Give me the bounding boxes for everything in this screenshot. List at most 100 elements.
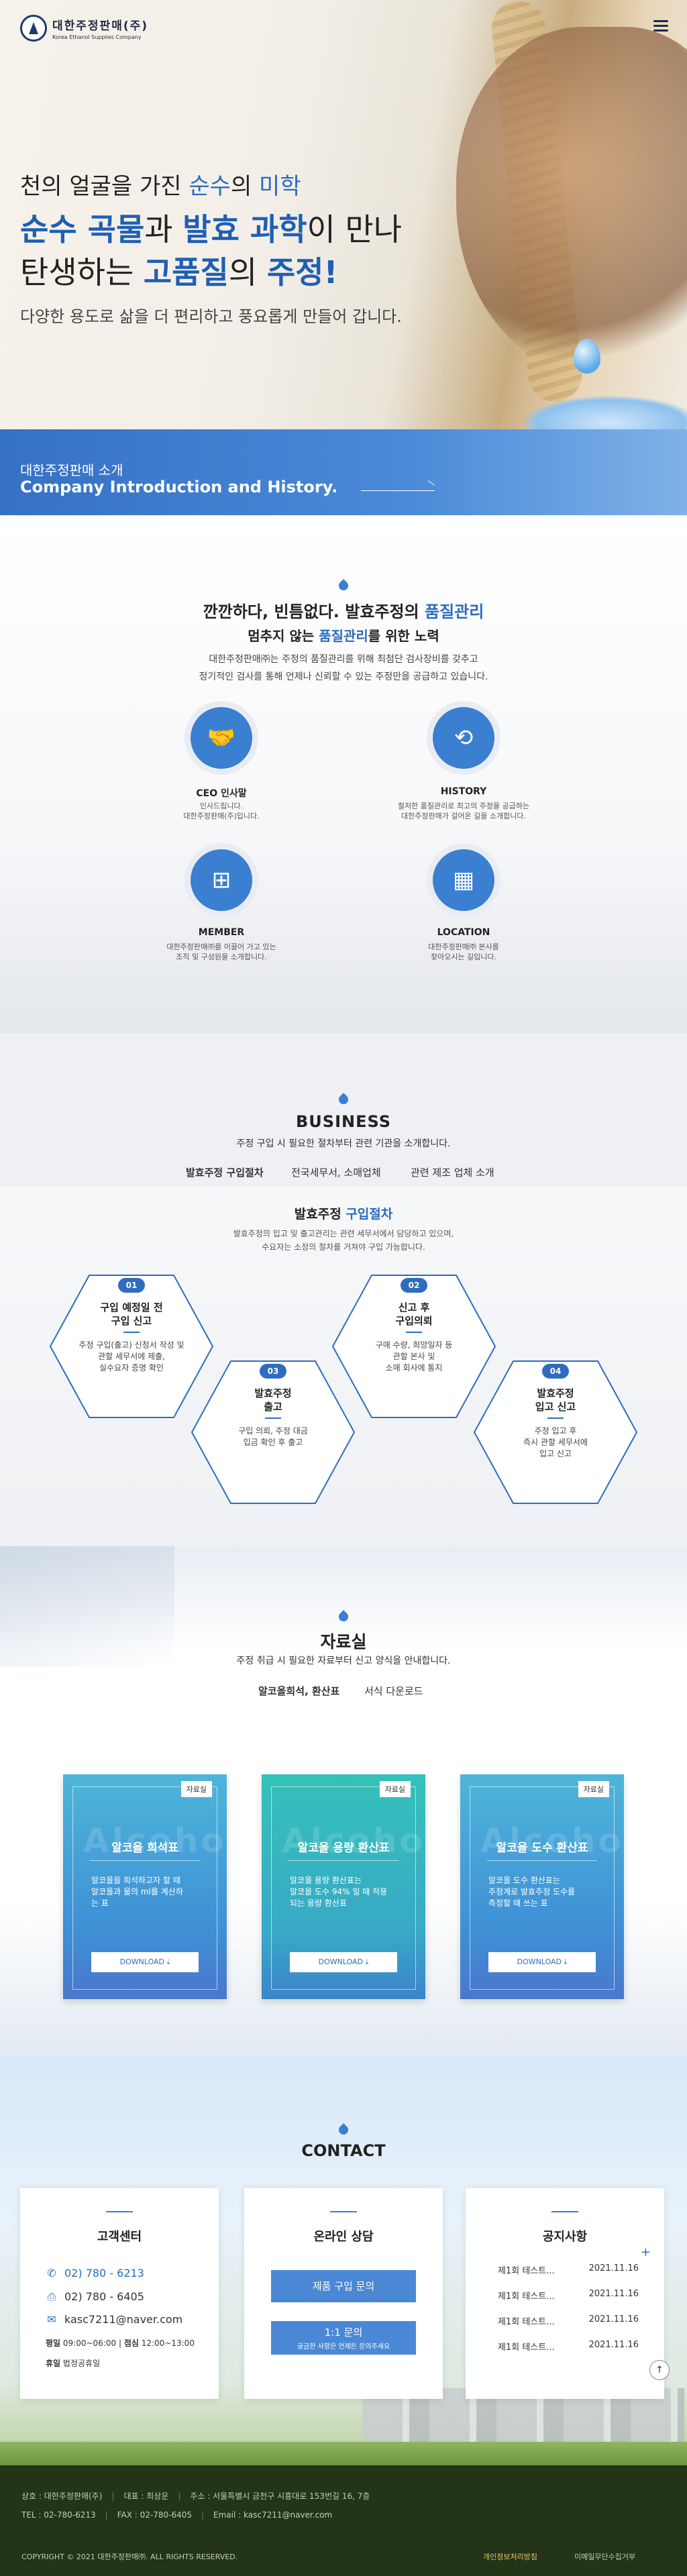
ceo-card-icon-wrap[interactable]: 🤝: [184, 701, 258, 775]
step-divider: [406, 1332, 422, 1333]
history-card-icon-wrap[interactable]: ⟲: [427, 701, 500, 775]
step-title: 구입 예정일 전 구입 신고: [100, 1301, 163, 1327]
privacy-policy-link[interactable]: 개인정보처리방침: [483, 2551, 537, 2562]
step-number: 01: [118, 1278, 145, 1293]
step-title: 신고 후 구입의뢰: [395, 1301, 433, 1327]
procedure-title: 발효주정 구입절차: [294, 1207, 393, 1222]
step-number: 03: [260, 1364, 286, 1379]
online-consult-title: 온라인 상담: [313, 2230, 374, 2244]
tab-form-download[interactable]: 서식 다운로드: [364, 1684, 423, 1698]
download-button[interactable]: DOWNLOAD ⤓: [488, 1952, 596, 1972]
location-card-title: LOCATION: [437, 927, 490, 938]
tab-purchase-procedure[interactable]: 발효주정 구입절차: [186, 1165, 264, 1179]
grass-image: [0, 2442, 687, 2465]
download-icon: ⤓: [365, 1957, 369, 1966]
logo-mark-icon: [20, 15, 47, 42]
intro-band-english: Company Introduction and History.: [20, 478, 338, 496]
business-subtitle: 주정 구입 시 필요한 절차부터 관련 기관을 소개합니다.: [236, 1138, 451, 1149]
resources-title: 자료실: [320, 1632, 367, 1652]
notice-item[interactable]: 제1회 테스트... 2021.11.16: [498, 2314, 639, 2327]
member-card-desc-2: 조직 및 구성원을 소개합니다.: [176, 953, 267, 961]
resource-title: 알코올 희석표: [111, 1841, 178, 1855]
member-card-icon-wrap[interactable]: ⊞: [184, 843, 258, 917]
tab-manufacturers[interactable]: 관련 제조 업체 소개: [411, 1165, 494, 1179]
customer-center-title: 고객센터: [97, 2230, 142, 2244]
resource-card: 자료실 Alcohol 알코올 희석표 알코올을 희석하고자 할 때 알코올과 물…: [63, 1774, 238, 1999]
site-header: 대한주정판매(주) Korea Ethanol Supplies Company: [0, 0, 687, 60]
org-chart-icon: ⊞: [191, 849, 252, 911]
history-icon: ⟲: [433, 707, 494, 769]
scroll-top-button[interactable]: ↑: [649, 2360, 670, 2380]
resource-badge: 자료실: [578, 1781, 609, 1797]
online-consult-box: 온라인 상담 제품 구입 문의 1:1 문의 궁금한 사항은 언제든 문의주세요: [244, 2188, 443, 2399]
business-header: [0, 1033, 687, 1187]
procedure-text-1: 발효주정의 입고 및 출고관리는 관련 세무서에서 담당하고 있으며,: [233, 1229, 454, 1238]
location-card-desc-1: 대한주정판매㈜ 본사를: [428, 943, 499, 951]
step-number: 02: [401, 1278, 427, 1293]
customer-center-box: 고객센터 ✆ 02) 780 - 6213 ⎙ 02) 780 - 6405 ✉ ka…: [20, 2188, 219, 2399]
email-row[interactable]: ✉ kasc7211@naver.com: [46, 2313, 182, 2326]
logo-english-name: Korea Ethanol Supplies Company: [52, 34, 142, 40]
footer-copyright: COPYRIGHT © 2021 대한주정판매㈜. ALL RIGHTS RES…: [21, 2553, 238, 2561]
step-desc: 구입 의뢰, 주정 대금 입금 확인 후 출고: [238, 1426, 308, 1447]
resource-title: 알코올 도수 환산표: [496, 1841, 588, 1855]
download-button[interactable]: DOWNLOAD ⤓: [91, 1952, 199, 1972]
footer-company-info: 상호 : 대한주정판매(주) | 대표 : 최상운 | 주소 : 서울특별시 금천구 시…: [21, 2491, 370, 2501]
step-divider: [547, 1417, 564, 1419]
ceo-card-title: CEO 인사말: [196, 788, 247, 799]
tab-tax-offices[interactable]: 전국세무서, 소매업체: [291, 1165, 381, 1179]
mail-icon: ✉: [47, 2313, 56, 2326]
hero-subtitle: 다양한 용도로 삶을 더 편리하고 풍요롭게 만들어 갑니다.: [20, 307, 402, 326]
download-icon: ⤓: [166, 1957, 170, 1966]
notice-item[interactable]: 제1회 테스트... 2021.11.16: [498, 2263, 639, 2276]
building-icon: ▦: [433, 849, 494, 911]
logo[interactable]: 대한주정판매(주) Korea Ethanol Supplies Company: [20, 15, 148, 42]
tab-alcohol-tables[interactable]: 알코올희석, 환산표: [258, 1684, 339, 1698]
arrow-right-icon[interactable]: [361, 483, 435, 491]
notice-item[interactable]: 제1회 테스트... 2021.11.16: [498, 2340, 639, 2353]
step-title: 발효주정 입고 신고: [535, 1387, 576, 1413]
phone-icon: ✆: [47, 2267, 56, 2279]
member-card-desc-1: 대한주정판매㈜를 이끌어 가고 있는: [166, 943, 276, 951]
intro-band-korean: 대한주정판매 소개: [20, 462, 123, 478]
download-icon: ⤓: [564, 1957, 568, 1966]
business-hours: 평일 09:00~06:00 | 점심 12:00~13:00: [46, 2339, 195, 2348]
resource-badge: 자료실: [379, 1781, 411, 1797]
logo-korean-name: 대한주정판매(주): [52, 19, 149, 33]
fax-row: ⎙ 02) 780 - 6405: [46, 2290, 144, 2304]
history-card-title: HISTORY: [440, 786, 487, 797]
resource-title: 알코올 용량 환산표: [297, 1841, 390, 1855]
resource-desc: 알코올을 희석하고자 할 때 알코올과 물의 ml를 계산하 는 표: [91, 1876, 183, 1908]
procedure-step: 03 발효주정 출고 구입 의뢰, 주정 대금 입금 확인 후 출고: [189, 1358, 357, 1506]
about-text-2: 정기적인 검사를 통해 언제나 신뢰할 수 있는 주정만을 공급하고 있습니다.: [199, 672, 488, 682]
about-heading: 깐깐하다, 빈틈없다. 발효주정의 품질관리: [203, 602, 484, 621]
procedure-step: 04 발효주정 입고 신고 주정 입고 후 즉시 관할 세무서에 입고 신고: [472, 1358, 639, 1506]
hero-headline: 순수 곡물과 발효 과학이 만나 탄생하는 고품질의 주정!: [20, 211, 403, 290]
notice-title: 공지사항: [542, 2230, 588, 2244]
about-text-1: 대한주정판매㈜는 주정의 품질관리를 위해 최첨단 검사장비를 갖추고: [209, 654, 478, 665]
footer-contact-info: TEL : 02-780-6213 | FAX : 02-780-6405 | Emai…: [21, 2510, 333, 2520]
resource-desc: 알코올 용량 환산표는 알코올 도수 94% 일 때 적용 되는 용량 환산표: [290, 1876, 388, 1908]
product-inquiry-button[interactable]: 제품 구입 문의: [271, 2270, 416, 2302]
fax-icon: ⎙: [47, 2290, 56, 2303]
hand-image: [456, 27, 687, 376]
resources-subtitle: 주정 취급 시 필요한 자료부터 신고 양식을 안내합니다.: [236, 1656, 451, 1666]
hamburger-menu-icon[interactable]: [653, 20, 668, 32]
about-subheading: 멈추지 않는 품질관리를 위한 노력: [248, 628, 439, 644]
notice-box: 공지사항 + 제1회 테스트... 2021.11.16 제1회 테스트... 20…: [466, 2188, 664, 2399]
handshake-icon: 🤝: [191, 707, 252, 769]
member-card-title: MEMBER: [198, 927, 245, 938]
step-divider: [265, 1417, 281, 1419]
location-card-icon-wrap[interactable]: ▦: [427, 843, 500, 917]
step-number: 04: [542, 1364, 569, 1379]
notice-more-icon[interactable]: +: [641, 2245, 651, 2259]
ceo-card-desc-2: 대한주정판매(주)입니다.: [183, 812, 260, 820]
notice-item[interactable]: 제1회 테스트... 2021.11.16: [498, 2289, 639, 2302]
one-to-one-inquiry-button[interactable]: 1:1 문의 궁금한 사항은 언제든 문의주세요: [271, 2321, 416, 2355]
download-button[interactable]: DOWNLOAD ⤓: [290, 1952, 397, 1972]
about-section: [0, 515, 687, 1033]
history-card-desc-1: 철저한 품질관리로 최고의 주정을 공급하는: [397, 802, 530, 810]
email-refusal-link[interactable]: 이메일무단수집거부: [574, 2551, 635, 2562]
location-card-desc-2: 찾아오시는 길입니다.: [430, 953, 497, 961]
phone-row[interactable]: ✆ 02) 780 - 6213: [46, 2267, 144, 2279]
